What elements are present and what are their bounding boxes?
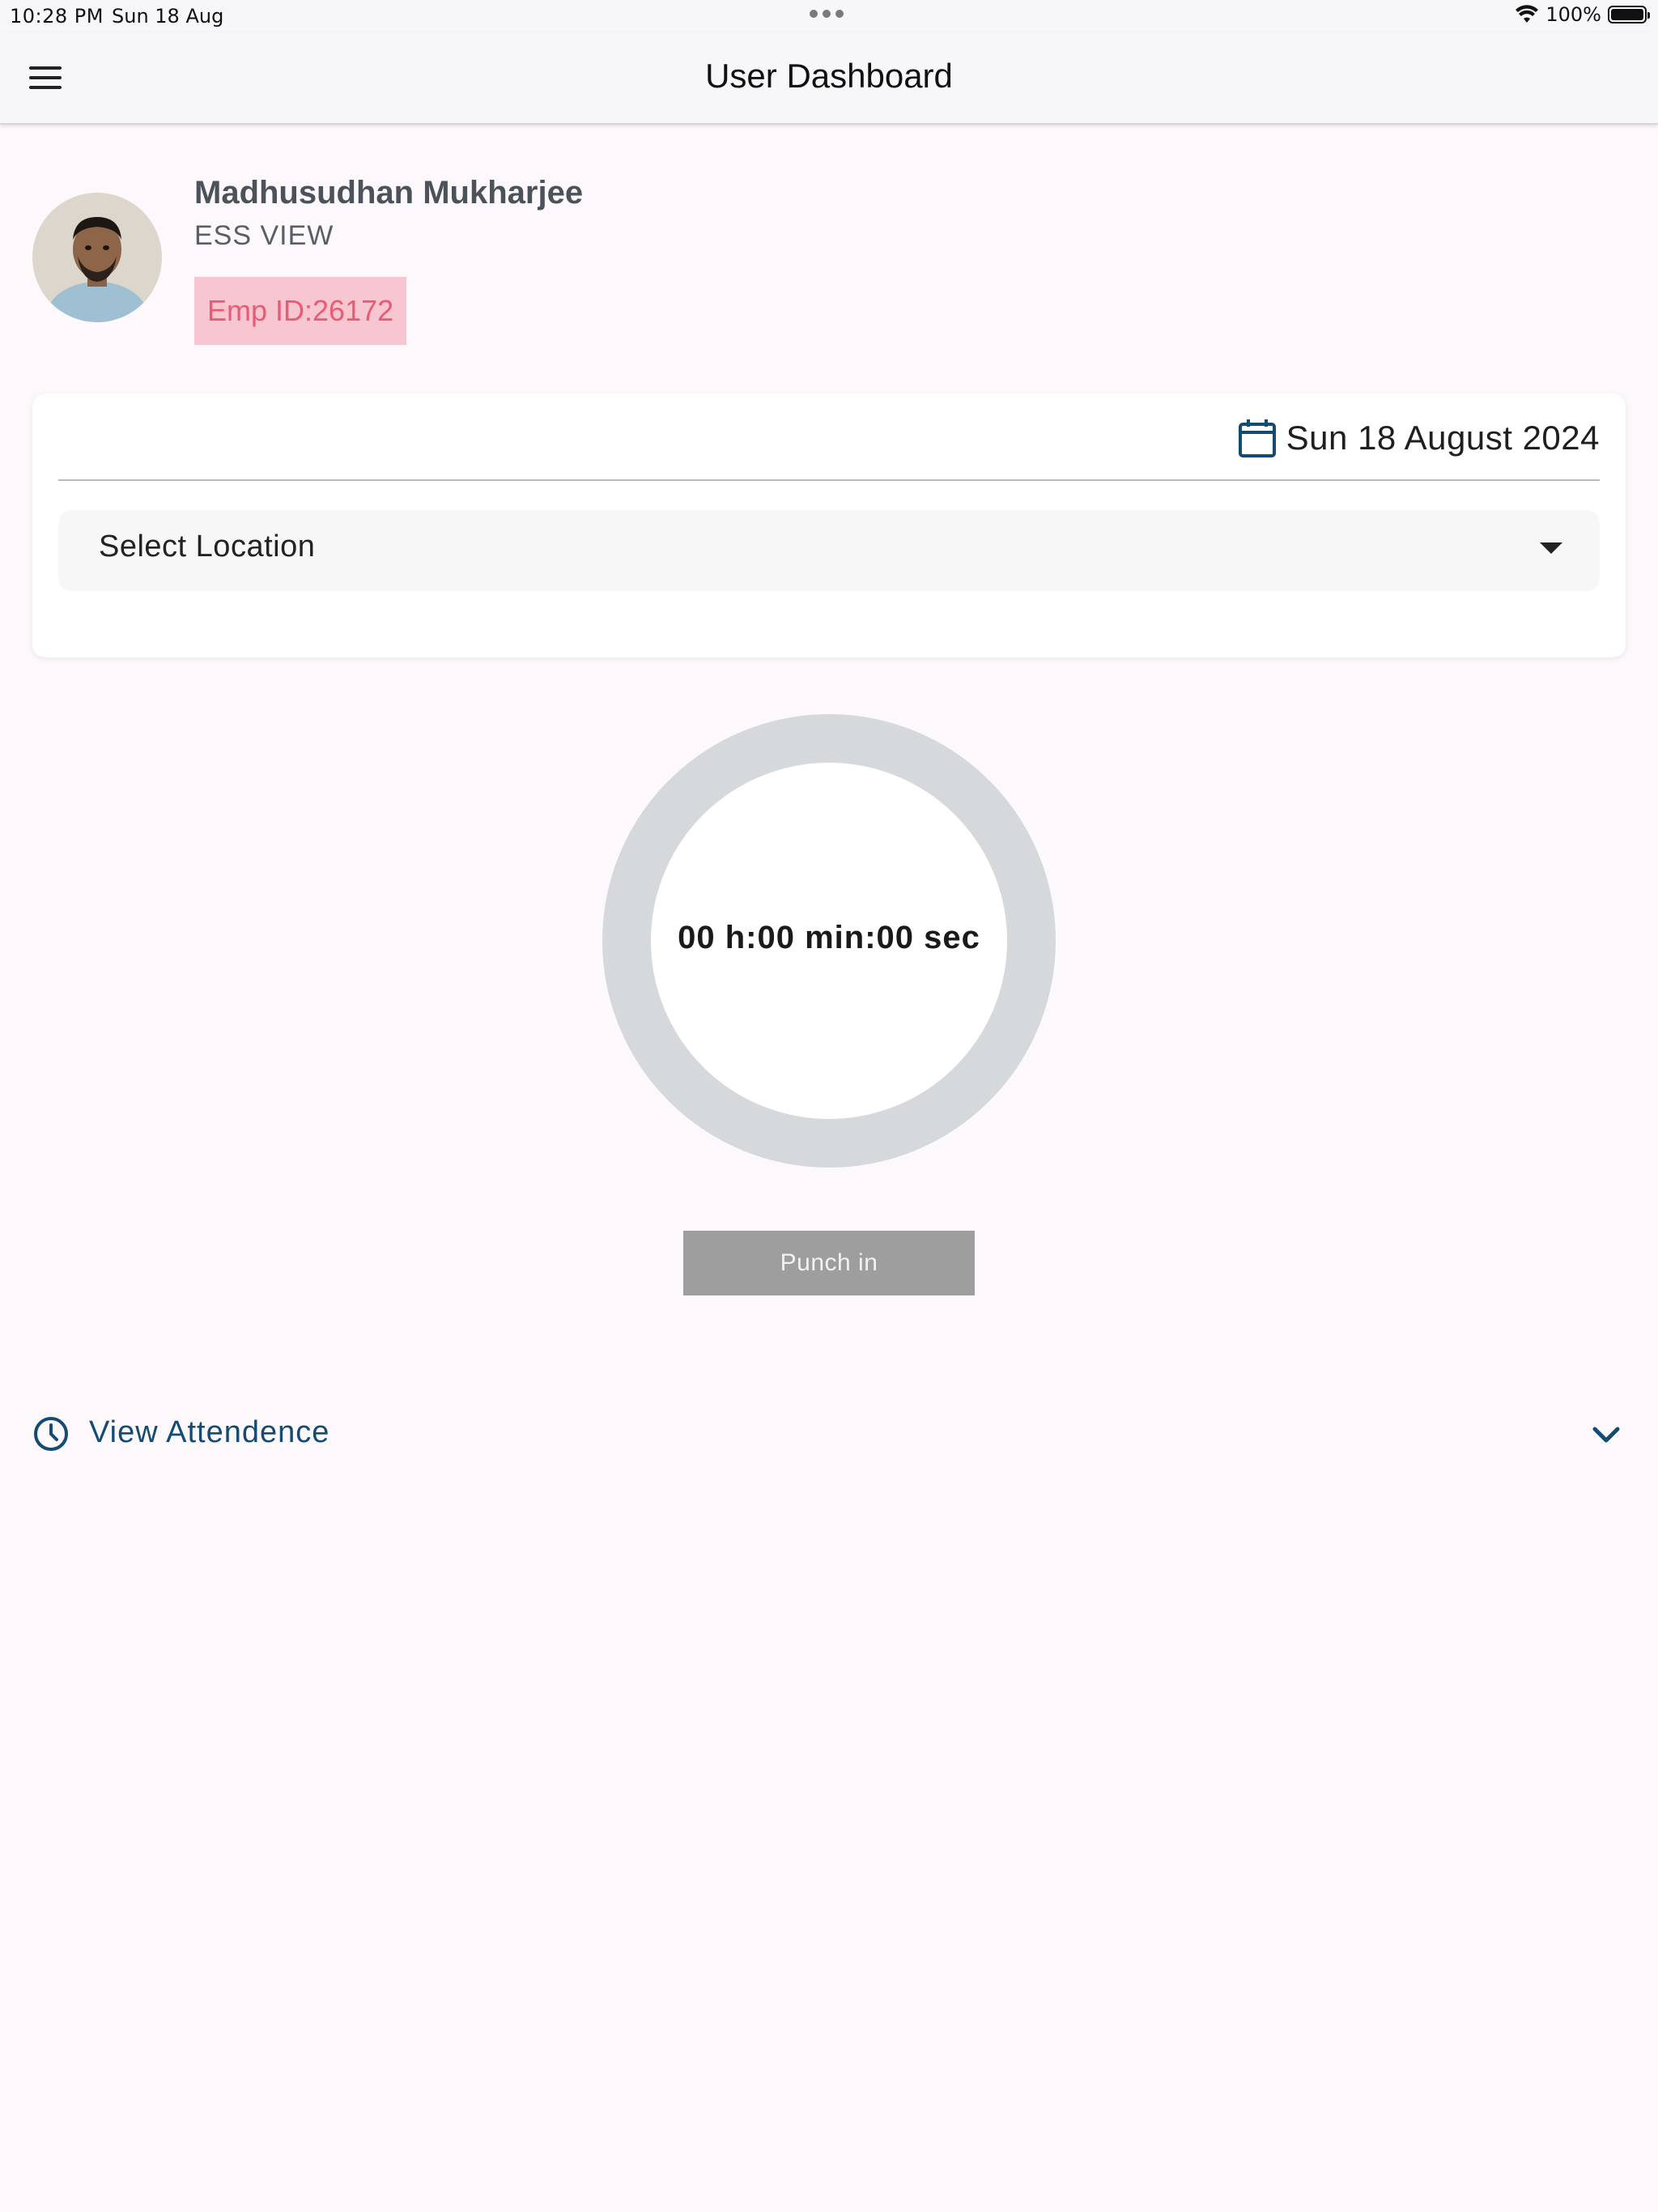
avatar-image [32, 193, 162, 322]
multitasking-dots-icon[interactable] [810, 10, 844, 18]
wifi-icon [1516, 5, 1539, 23]
page-title: User Dashboard [705, 57, 953, 95]
status-bar: 10:28 PM Sun 18 Aug 100% [0, 0, 1658, 32]
status-date: Sun 18 Aug [112, 5, 224, 28]
profile-role: ESS VIEW [194, 220, 334, 251]
current-date: Sun 18 August 2024 [1286, 419, 1600, 457]
avatar [32, 193, 162, 322]
view-attendance-row[interactable]: View Attendence [32, 1401, 1626, 1465]
attendance-card: Sun 18 August 2024 Select Location [32, 393, 1626, 657]
divider [58, 479, 1600, 481]
view-attendance-label: View Attendence [89, 1415, 330, 1449]
profile-name: Madhusudhan Mukharjee [194, 175, 584, 211]
dropdown-arrow-icon [1540, 542, 1562, 554]
app-bar: User Dashboard [0, 32, 1658, 125]
timer-ring: 00 h:00 min:00 sec [602, 714, 1056, 1168]
punch-in-button[interactable]: Punch in [683, 1231, 975, 1295]
clock-icon [34, 1417, 68, 1451]
battery-percent: 100% [1545, 3, 1601, 26]
status-right: 100% [1515, 3, 1650, 26]
status-time: 10:28 PM [10, 5, 104, 28]
date-row: Sun 18 August 2024 [1238, 418, 1600, 458]
chevron-down-icon[interactable] [1587, 1415, 1626, 1454]
calendar-icon [1238, 419, 1276, 457]
location-select-label: Select Location [99, 530, 316, 564]
battery-icon [1608, 6, 1650, 23]
employee-id-badge: Emp ID:26172 [194, 277, 407, 345]
timer-display: 00 h:00 min:00 sec [678, 920, 980, 955]
location-select[interactable]: Select Location [58, 510, 1600, 591]
